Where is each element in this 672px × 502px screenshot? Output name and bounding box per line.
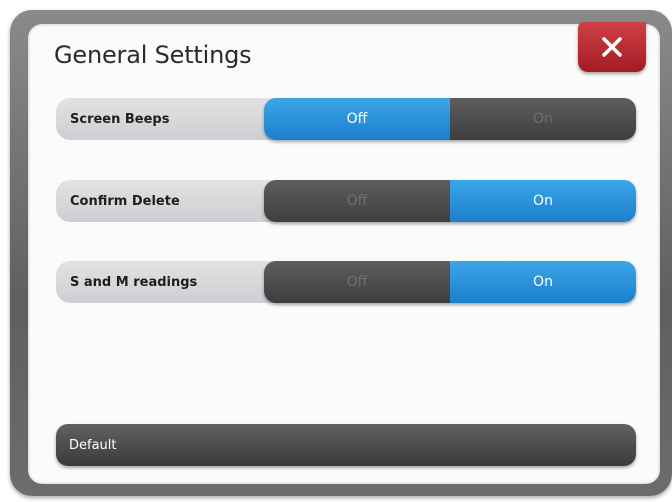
s-and-m-readings-off-option[interactable]: Off [264,261,450,303]
default-button[interactable]: Default [56,424,636,466]
close-icon [602,37,622,57]
screen-beeps-toggle[interactable]: Off On [264,98,636,140]
close-button[interactable] [578,22,646,72]
general-settings-dialog: General Settings Screen Beeps Off On Con… [28,22,660,484]
confirm-delete-on-option[interactable]: On [450,180,636,222]
setting-label-screen-beeps: Screen Beeps [70,111,170,127]
s-and-m-readings-on-option[interactable]: On [450,261,636,303]
screen-beeps-off-option[interactable]: Off [264,98,450,140]
setting-row-screen-beeps: Screen Beeps Off On [56,98,636,140]
dialog-title: General Settings [54,41,252,69]
setting-label-box: S and M readings [56,261,276,303]
confirm-delete-off-option[interactable]: Off [264,180,450,222]
setting-label-box: Confirm Delete [56,180,276,222]
setting-label-confirm-delete: Confirm Delete [70,193,180,209]
default-button-label: Default [69,437,117,453]
setting-row-confirm-delete: Confirm Delete Off On [56,180,636,222]
setting-label-box: Screen Beeps [56,98,276,140]
confirm-delete-toggle[interactable]: Off On [264,180,636,222]
screen-beeps-on-option[interactable]: On [450,98,636,140]
setting-row-s-and-m-readings: S and M readings Off On [56,261,636,303]
setting-label-s-and-m-readings: S and M readings [70,274,198,290]
s-and-m-readings-toggle[interactable]: Off On [264,261,636,303]
